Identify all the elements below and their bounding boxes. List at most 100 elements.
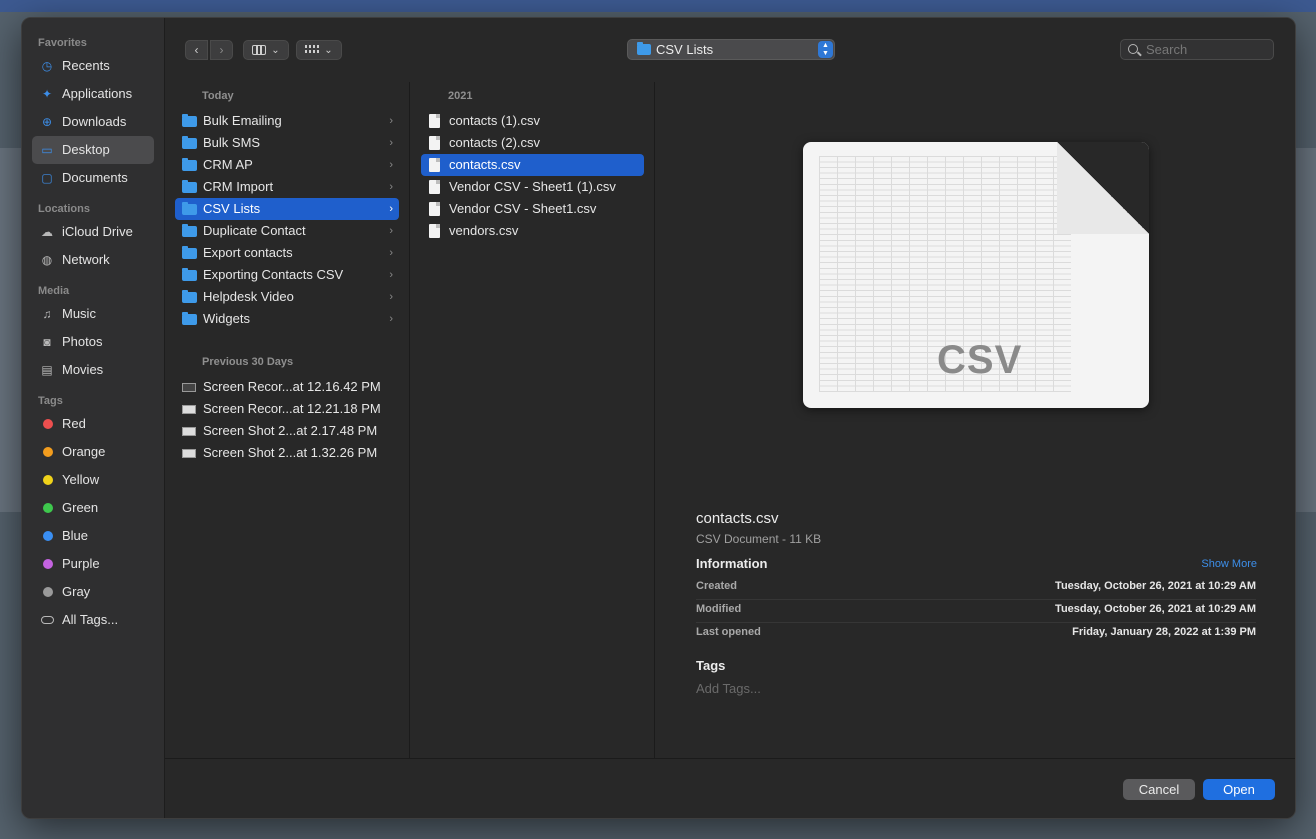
sidebar-item-movies[interactable]: ▤ Movies [32, 356, 154, 384]
tag-color-dot [43, 559, 53, 569]
sidebar-tag-blue[interactable]: Blue [32, 522, 154, 550]
info-key: Modified [696, 603, 742, 615]
info-row-last-opened: Last opened Friday, January 28, 2022 at … [696, 626, 1256, 642]
sidebar-tag-yellow[interactable]: Yellow [32, 466, 154, 494]
sidebar-item-downloads[interactable]: ⊕ Downloads [32, 108, 154, 136]
cloud-icon: ☁ [41, 225, 53, 239]
search-field[interactable]: Search [1120, 39, 1274, 60]
folder-row[interactable]: Helpdesk Video › [175, 286, 399, 308]
folder-row[interactable]: CRM Import › [175, 176, 399, 198]
file-row-screen-shot[interactable]: Screen Shot 2...at 1.32.26 PM [175, 442, 399, 464]
back-button[interactable]: ‹ [185, 40, 208, 60]
sidebar-item-recents[interactable]: ◷ Recents [32, 52, 154, 80]
chevron-right-icon: › [389, 115, 393, 127]
folder-icon [182, 224, 197, 237]
clock-icon: ◷ [41, 59, 53, 73]
sidebar-item-label: Music [62, 306, 96, 321]
sidebar-item-applications[interactable]: ✦ Applications [32, 80, 154, 108]
applications-icon: ✦ [41, 87, 53, 101]
sidebar-section-favorites: Favorites [38, 37, 87, 49]
image-thumbnail-icon [182, 427, 196, 436]
sidebar-tag-orange[interactable]: Orange [32, 438, 154, 466]
sidebar-tag-red[interactable]: Red [32, 410, 154, 438]
file-row-screen-shot[interactable]: Screen Shot 2...at 2.17.48 PM [175, 420, 399, 442]
file-row[interactable]: contacts (2).csv [421, 132, 644, 154]
file-row-screen-recording[interactable]: Screen Recor...at 12.21.18 PM [175, 398, 399, 420]
cancel-button[interactable]: Cancel [1123, 779, 1195, 800]
sidebar-item-label: Desktop [62, 142, 110, 157]
location-popup[interactable]: CSV Lists ▲ ▼ [627, 39, 835, 60]
background-page-header [0, 0, 1316, 12]
folder-icon [182, 180, 197, 193]
tag-color-dot [43, 447, 53, 457]
file-row-screen-recording[interactable]: Screen Recor...at 12.16.42 PM [175, 376, 399, 398]
up-down-chevron-icon: ▲ ▼ [818, 41, 833, 58]
folder-name: Widgets [203, 311, 250, 326]
file-row[interactable]: Vendor CSV - Sheet1 (1).csv [421, 176, 644, 198]
sidebar-item-photos[interactable]: ◙ Photos [32, 328, 154, 356]
sidebar-tag-purple[interactable]: Purple [32, 550, 154, 578]
file-row[interactable]: contacts (1).csv [421, 110, 644, 132]
tag-outline-icon [41, 616, 54, 624]
globe-icon: ◍ [41, 253, 53, 267]
file-row[interactable]: Vendor CSV - Sheet1.csv [421, 198, 644, 220]
csv-file-icon [429, 136, 440, 150]
info-row-modified: Modified Tuesday, October 26, 2021 at 10… [696, 603, 1256, 619]
sidebar-item-network[interactable]: ◍ Network [32, 246, 154, 274]
folder-row[interactable]: CSV Lists › [175, 198, 399, 220]
sidebar-item-label: Documents [62, 170, 128, 185]
csv-file-icon [429, 114, 440, 128]
grid-icon [305, 45, 320, 55]
folder-row[interactable]: Bulk Emailing › [175, 110, 399, 132]
show-more-link[interactable]: Show More [1201, 558, 1257, 570]
chevron-right-icon: › [389, 159, 393, 171]
folder-row[interactable]: Widgets › [175, 308, 399, 330]
group-view-button[interactable]: ⌄ [296, 40, 342, 60]
sidebar-tag-gray[interactable]: Gray [32, 578, 154, 606]
info-value: Tuesday, October 26, 2021 at 10:29 AM [1055, 580, 1256, 592]
folder-row[interactable]: Exporting Contacts CSV › [175, 264, 399, 286]
folder-name: Exporting Contacts CSV [203, 267, 344, 282]
folder-name: CRM AP [203, 157, 253, 172]
sidebar-item-desktop[interactable]: ▭ Desktop [32, 136, 154, 164]
sidebar-item-label: Downloads [62, 114, 127, 129]
tag-color-dot [43, 531, 53, 541]
folder-icon [182, 136, 197, 149]
csv-file-icon [429, 202, 440, 216]
sidebar-item-documents[interactable]: ▢ Documents [32, 164, 154, 192]
sidebar-item-label: Red [62, 416, 86, 431]
tag-color-dot [43, 475, 53, 485]
file-name: vendors.csv [449, 223, 519, 238]
tag-color-dot [43, 503, 53, 513]
file-name: Vendor CSV - Sheet1 (1).csv [449, 179, 616, 194]
sidebar-item-music[interactable]: ♫ Music [32, 300, 154, 328]
sidebar-item-label: Photos [62, 334, 103, 349]
folder-row[interactable]: CRM AP › [175, 154, 399, 176]
sidebar-item-icloud-drive[interactable]: ☁ iCloud Drive [32, 218, 154, 246]
file-row[interactable]: contacts.csv [421, 154, 644, 176]
column-view-button[interactable]: ⌄ [243, 40, 289, 60]
divider [696, 622, 1256, 623]
chevron-right-icon: › [389, 137, 393, 149]
tag-color-dot [43, 587, 53, 597]
preview-file-kind: CSV Document - 11 KB [696, 532, 822, 546]
video-thumbnail-icon [182, 383, 196, 392]
sidebar-tag-green[interactable]: Green [32, 494, 154, 522]
folder-name: CRM Import [203, 179, 274, 194]
page-fold-corner [1057, 142, 1149, 234]
sidebar-item-all-tags[interactable]: All Tags... [32, 606, 154, 634]
chevron-right-icon: › [389, 203, 393, 215]
add-tags-field[interactable]: Add Tags... [696, 681, 761, 696]
document-preview-icon: CSV [803, 142, 1149, 408]
browser-column-desktop: Today Bulk Emailing › Bulk SMS › CRM AP › CRM … [165, 82, 410, 758]
folder-row[interactable]: Bulk SMS › [175, 132, 399, 154]
file-row[interactable]: vendors.csv [421, 220, 644, 242]
chevron-down-icon: ⌄ [271, 44, 280, 56]
folder-row[interactable]: Export contacts › [175, 242, 399, 264]
group-header-year: 2021 [448, 90, 473, 102]
folder-row[interactable]: Duplicate Contact › [175, 220, 399, 242]
forward-button[interactable]: › [210, 40, 233, 60]
sidebar-item-label: Applications [62, 86, 133, 101]
open-button[interactable]: Open [1203, 779, 1275, 800]
desktop-icon: ▭ [41, 143, 53, 157]
